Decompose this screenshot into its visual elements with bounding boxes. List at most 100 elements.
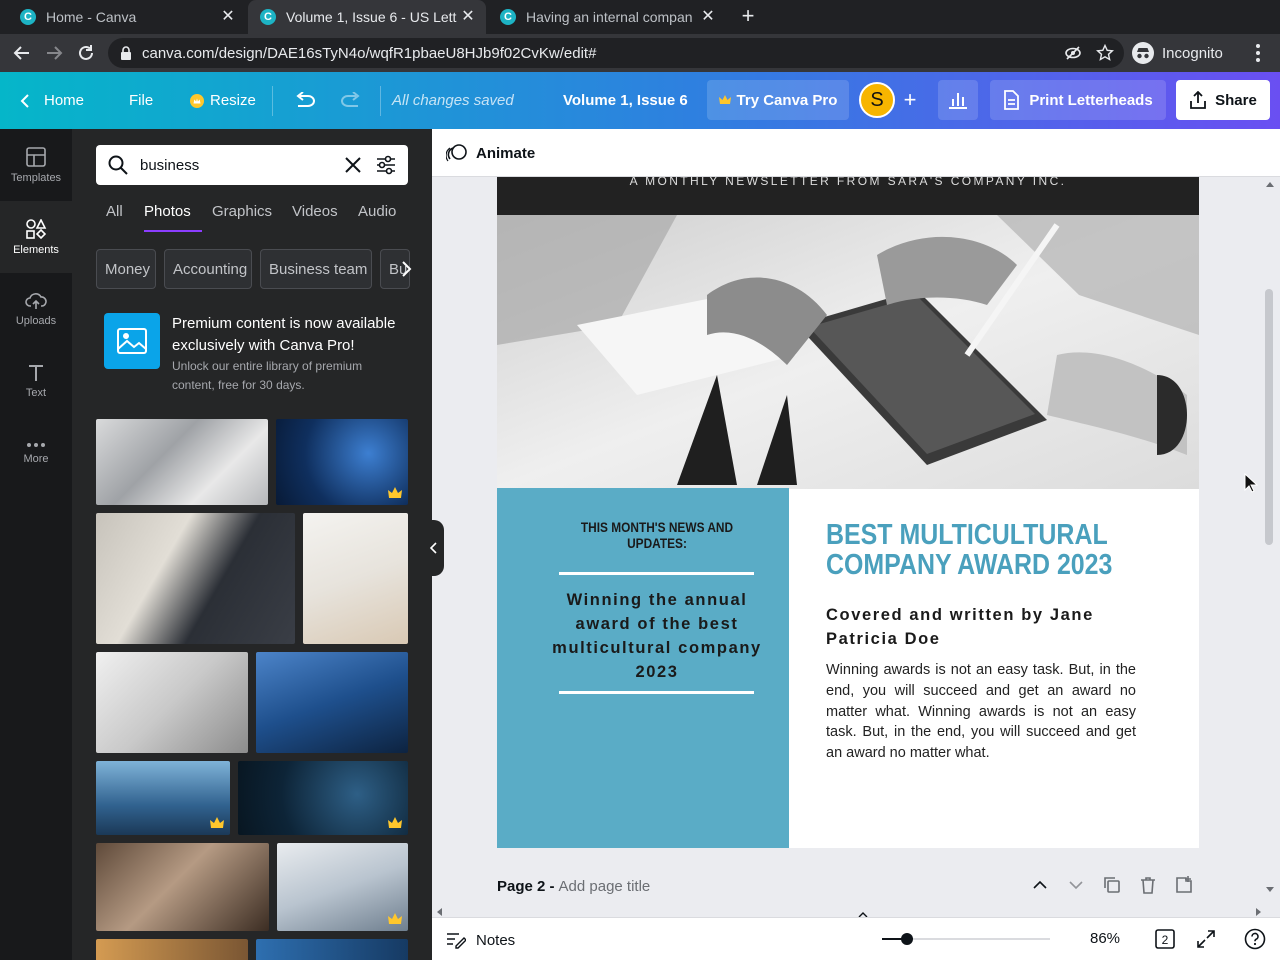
chip-money[interactable]: Money: [96, 249, 156, 289]
photo-result[interactable]: [96, 843, 269, 931]
tab-videos[interactable]: Videos: [292, 203, 338, 233]
collapse-panel-button[interactable]: [424, 520, 444, 576]
chip-accounting[interactable]: Accounting: [164, 249, 252, 289]
zoom-percentage[interactable]: 86%: [1090, 930, 1120, 947]
try-canva-pro-button[interactable]: Try Canva Pro: [707, 80, 849, 120]
share-upload-icon: [1190, 91, 1207, 109]
delete-page-button[interactable]: [1138, 875, 1158, 895]
photo-result[interactable]: [277, 843, 408, 931]
canvas-area: Animate A MONTHLY NEWSLETTER FROM SARA'S…: [432, 129, 1280, 960]
photo-result[interactable]: [256, 939, 408, 960]
tab-audio[interactable]: Audio: [358, 203, 396, 233]
move-page-down-button[interactable]: [1066, 875, 1086, 895]
photo-result[interactable]: [96, 761, 230, 835]
chevron-left-icon: [430, 542, 437, 554]
tab-photos[interactable]: Photos: [144, 203, 191, 233]
canvas-horizontal-scrollbar[interactable]: [432, 907, 1280, 917]
photo-result[interactable]: [238, 761, 408, 835]
chips-next-button[interactable]: [394, 257, 418, 281]
news-sidebar-block[interactable]: THIS MONTH'S NEWS AND UPDATES: Winning t…: [497, 488, 789, 848]
back-button[interactable]: [10, 41, 34, 65]
reload-icon: [79, 45, 93, 60]
active-tab-indicator: [144, 230, 202, 232]
rail-item-text[interactable]: Text: [0, 345, 72, 417]
print-letterheads-button[interactable]: Print Letterheads: [990, 80, 1166, 120]
move-page-up-button[interactable]: [1030, 875, 1050, 895]
add-page-title[interactable]: Add page title: [559, 878, 651, 895]
browser-menu-button[interactable]: [1250, 43, 1266, 63]
document-title[interactable]: Volume 1, Issue 6: [563, 72, 688, 129]
newsletter-tagline-band[interactable]: A MONTHLY NEWSLETTER FROM SARA'S COMPANY…: [497, 177, 1199, 215]
share-button[interactable]: Share: [1176, 80, 1270, 120]
fullscreen-button[interactable]: [1195, 928, 1217, 950]
home-label: Home: [44, 92, 85, 109]
forward-button[interactable]: [42, 41, 66, 65]
reload-button[interactable]: [74, 41, 98, 65]
rail-item-more[interactable]: More: [0, 417, 72, 489]
photo-result[interactable]: [303, 513, 408, 644]
notes-label: Notes: [476, 931, 516, 949]
premium-promo[interactable]: Premium content is now available exclusi…: [96, 305, 408, 395]
close-tab-icon[interactable]: ✕: [220, 9, 236, 25]
article-body[interactable]: Winning awards is not an easy task. But,…: [826, 660, 1136, 764]
resize-label: Resize: [210, 92, 256, 109]
rail-item-templates[interactable]: Templates: [0, 129, 72, 201]
browser-tab-internal[interactable]: C Having an internal compan ✕: [488, 0, 726, 34]
photo-result[interactable]: [256, 652, 408, 753]
photo-result[interactable]: [96, 939, 248, 960]
redo-button[interactable]: [340, 72, 362, 129]
duplicate-page-button[interactable]: [1102, 875, 1122, 895]
search-input[interactable]: [140, 156, 340, 174]
rail-item-uploads[interactable]: Uploads: [0, 273, 72, 345]
page-count-button[interactable]: 2: [1154, 928, 1176, 950]
address-bar[interactable]: canva.com/design/DAE16sTyN4o/wqfR1pbaeU8…: [108, 38, 1124, 68]
promo-description: Unlock our entire library of premium con…: [172, 359, 363, 392]
user-avatar[interactable]: S: [859, 82, 895, 118]
canvas-vertical-scrollbar[interactable]: [1265, 289, 1273, 545]
notes-button[interactable]: Notes: [446, 928, 515, 952]
animate-button[interactable]: Animate: [446, 139, 535, 167]
forward-arrow-icon: [47, 46, 63, 60]
close-tab-icon[interactable]: ✕: [700, 9, 716, 25]
tab-all[interactable]: All: [106, 203, 123, 233]
news-updates-label[interactable]: THIS MONTH'S NEWS AND UPDATES:: [569, 520, 745, 552]
clear-search-icon[interactable]: [344, 156, 362, 174]
photo-result[interactable]: [96, 419, 268, 505]
photo-result[interactable]: [276, 419, 408, 505]
help-button[interactable]: [1244, 928, 1266, 950]
file-menu-button[interactable]: File: [129, 72, 153, 129]
redo-icon: [341, 91, 360, 107]
chip-business-team[interactable]: Business team: [260, 249, 372, 289]
article-byline[interactable]: Covered and written by Jane Patricia Doe: [826, 603, 1156, 651]
browser-tab-home[interactable]: C Home - Canva ✕: [8, 0, 246, 34]
resize-button[interactable]: Resize: [190, 72, 256, 129]
search-box[interactable]: [96, 145, 408, 185]
try-pro-label: Try Canva Pro: [736, 91, 838, 109]
back-arrow-icon: [13, 46, 29, 60]
home-button[interactable]: Home: [20, 72, 84, 129]
new-tab-button[interactable]: +: [736, 5, 760, 29]
browser-tab-volume[interactable]: C Volume 1, Issue 6 - US Lett ✕: [248, 0, 486, 34]
tab-graphics[interactable]: Graphics: [212, 203, 272, 233]
winning-summary-text[interactable]: Winning the annual award of the best mul…: [549, 588, 765, 684]
undo-button[interactable]: [294, 72, 316, 129]
filter-sliders-icon[interactable]: [376, 155, 396, 175]
hero-photo[interactable]: [497, 215, 1199, 489]
add-page-button[interactable]: [1174, 875, 1194, 895]
bookmark-star-icon[interactable]: [1096, 44, 1114, 62]
photo-result[interactable]: [96, 652, 248, 753]
templates-icon: [26, 146, 46, 167]
design-page[interactable]: A MONTHLY NEWSLETTER FROM SARA'S COMPANY…: [497, 177, 1199, 848]
premium-crown-icon: [388, 913, 402, 924]
photo-result[interactable]: [96, 513, 295, 644]
award-headline[interactable]: BEST MULTICULTURAL COMPANY AWARD 2023: [826, 519, 1112, 580]
incognito-indicator[interactable]: Incognito: [1132, 40, 1223, 66]
zoom-slider-handle[interactable]: [901, 933, 913, 945]
insights-button[interactable]: [938, 80, 978, 120]
add-collaborator-button[interactable]: +: [899, 86, 921, 114]
rail-item-elements[interactable]: Elements: [0, 201, 72, 273]
award-headline-line: BEST MULTICULTURAL: [826, 519, 1108, 551]
promo-title: Premium content is now available exclusi…: [172, 315, 396, 354]
close-tab-icon[interactable]: ✕: [460, 9, 476, 25]
eye-off-icon[interactable]: [1064, 44, 1082, 62]
